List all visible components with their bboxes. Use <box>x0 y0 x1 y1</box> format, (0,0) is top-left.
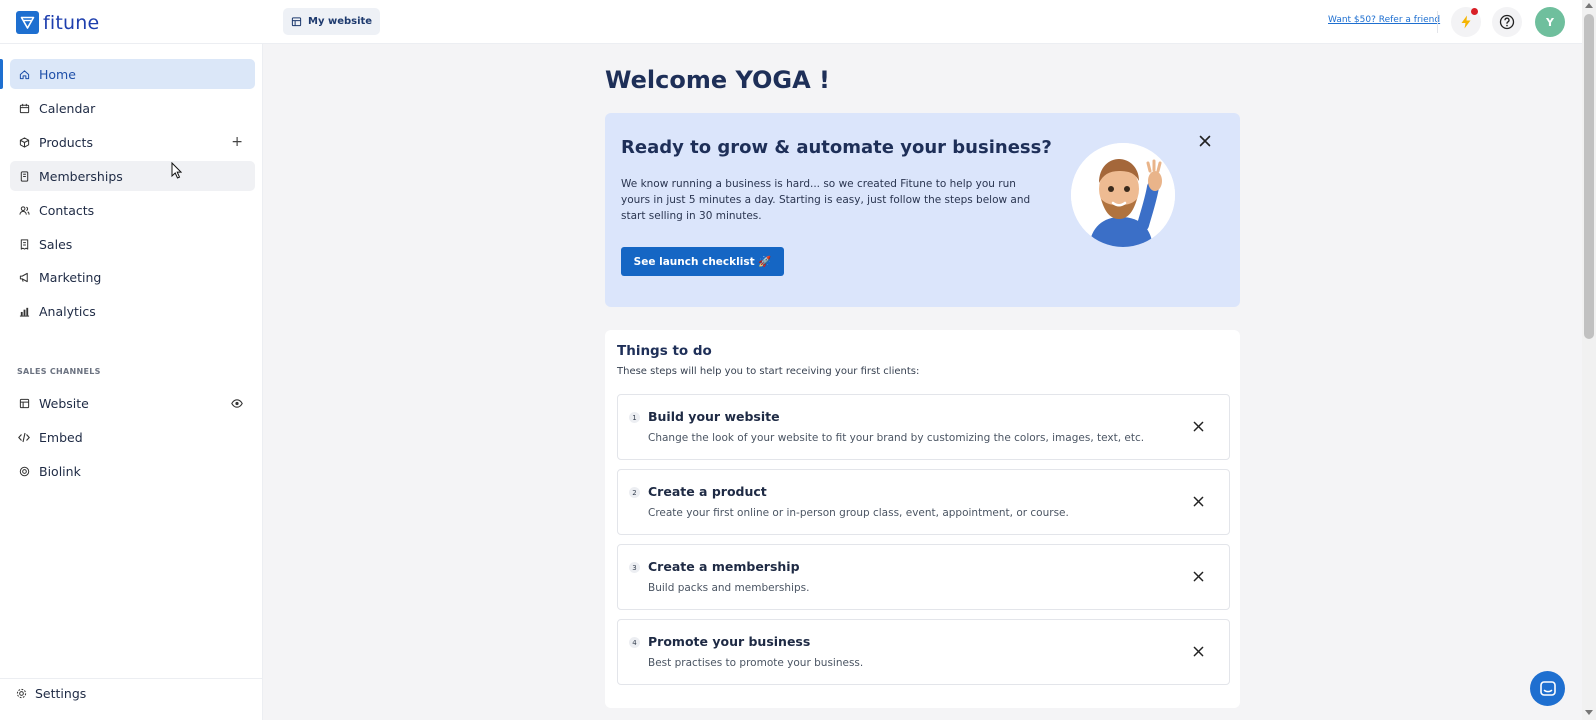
sidebar-item-label: Embed <box>39 429 83 445</box>
home-icon <box>18 68 30 80</box>
mouse-cursor-icon <box>171 161 183 183</box>
topbar-divider <box>1437 11 1438 33</box>
receipt-icon <box>18 238 30 250</box>
sidebar-item-products[interactable]: Products + <box>10 127 255 157</box>
task-description: Change the look of your website to fit y… <box>648 432 1145 444</box>
box-icon <box>18 136 30 148</box>
sidebar-item-label: Analytics <box>39 303 96 319</box>
task-create-membership[interactable]: 3 Create a membership Build packs and me… <box>617 544 1230 610</box>
memoji-avatar-image <box>1071 143 1175 247</box>
sidebar-item-home[interactable]: Home <box>10 59 255 89</box>
close-icon <box>1193 571 1204 582</box>
sidebar-item-biolink[interactable]: Biolink <box>10 456 255 486</box>
sales-channels-heading: SALES CHANNELS <box>17 367 101 376</box>
sidebar-item-analytics[interactable]: Analytics <box>10 296 255 326</box>
sidebar-item-contacts[interactable]: Contacts <box>10 195 255 225</box>
link-icon <box>18 465 30 477</box>
close-icon <box>1193 496 1204 507</box>
lightning-icon <box>1460 15 1472 29</box>
sidebar-item-marketing[interactable]: Marketing <box>10 262 255 292</box>
dismiss-task-button[interactable] <box>1193 571 1204 582</box>
scroll-down-arrow-icon[interactable] <box>1585 710 1593 715</box>
sidebar-item-label: Sales <box>39 236 73 252</box>
close-banner-button[interactable] <box>1199 135 1211 147</box>
task-number: 2 <box>629 487 640 498</box>
question-icon <box>1499 14 1515 30</box>
add-product-button[interactable]: + <box>231 134 243 150</box>
todo-title: Things to do <box>617 343 712 359</box>
eye-icon[interactable] <box>231 398 243 408</box>
notification-dot <box>1471 8 1478 15</box>
my-website-button[interactable]: My website <box>283 8 381 35</box>
task-title: Promote your business <box>648 634 811 649</box>
logo-mark-icon <box>16 11 39 34</box>
sidebar-item-label: Home <box>39 66 76 82</box>
scroll-up-arrow-icon[interactable] <box>1585 3 1593 8</box>
dismiss-task-button[interactable] <box>1193 646 1204 657</box>
active-indicator <box>0 59 3 89</box>
chart-icon <box>18 305 30 317</box>
sidebar-item-label: Calendar <box>39 100 96 116</box>
task-number: 3 <box>629 562 640 573</box>
code-icon <box>18 431 30 443</box>
calendar-icon <box>18 102 30 114</box>
settings-label: Settings <box>35 685 87 701</box>
things-to-do-card: Things to do These steps will help you t… <box>605 330 1240 708</box>
my-website-label: My website <box>308 16 373 27</box>
close-icon <box>1193 421 1204 432</box>
onboarding-banner: Ready to grow & automate your business? … <box>605 113 1240 307</box>
sidebar-item-label: Biolink <box>39 463 81 479</box>
sidebar-item-label: Memberships <box>39 168 123 184</box>
sidebar-item-settings[interactable]: Settings <box>16 678 86 708</box>
task-title: Build your website <box>648 409 780 424</box>
card-icon <box>18 170 30 182</box>
fitune-logo[interactable]: fitune <box>16 11 99 34</box>
task-create-product[interactable]: 2 Create a product Create your first onl… <box>617 469 1230 535</box>
page-scrollbar[interactable] <box>1582 0 1596 720</box>
sidebar: Home Calendar Products + Memberships Con… <box>0 44 263 720</box>
store-icon <box>18 397 30 409</box>
sidebar-item-website[interactable]: Website <box>10 388 255 418</box>
sidebar-item-calendar[interactable]: Calendar <box>10 93 255 123</box>
contacts-icon <box>18 204 30 216</box>
task-title: Create a product <box>648 484 767 499</box>
banner-title: Ready to grow & automate your business? <box>621 137 1052 158</box>
megaphone-icon <box>18 271 30 283</box>
task-build-website[interactable]: 1 Build your website Change the look of … <box>617 394 1230 460</box>
sidebar-item-label: Products <box>39 134 93 150</box>
task-description: Build packs and memberships. <box>648 582 810 594</box>
dismiss-task-button[interactable] <box>1193 496 1204 507</box>
banner-text: We know running a business is hard... so… <box>621 178 1031 222</box>
gear-icon <box>16 688 27 699</box>
help-button[interactable] <box>1492 7 1522 37</box>
task-title: Create a membership <box>648 559 800 574</box>
sidebar-item-embed[interactable]: Embed <box>10 422 255 452</box>
store-icon <box>291 16 302 27</box>
dismiss-task-button[interactable] <box>1193 421 1204 432</box>
close-icon <box>1193 646 1204 657</box>
task-description: Best practises to promote your business. <box>648 657 864 669</box>
chat-support-button[interactable] <box>1530 671 1565 706</box>
page-title: Welcome YOGA ! <box>605 66 830 94</box>
sidebar-item-label: Contacts <box>39 202 95 218</box>
sidebar-item-label: Marketing <box>39 269 102 285</box>
sidebar-item-label: Website <box>39 395 89 411</box>
logo-text: fitune <box>43 11 100 34</box>
refer-friend-link[interactable]: Want $50? Refer a friend <box>1328 15 1440 25</box>
todo-subtitle: These steps will help you to start recei… <box>617 366 920 377</box>
task-description: Create your first online or in-person gr… <box>648 507 1069 519</box>
task-number: 1 <box>629 412 640 423</box>
close-icon <box>1199 135 1211 147</box>
top-bar: fitune My website Want $50? Refer a frie… <box>0 0 1582 44</box>
launch-checklist-button[interactable]: See launch checklist 🚀 <box>621 247 784 276</box>
task-promote-business[interactable]: 4 Promote your business Best practises t… <box>617 619 1230 685</box>
scrollbar-thumb[interactable] <box>1584 14 1594 339</box>
sidebar-item-memberships[interactable]: Memberships <box>10 161 255 191</box>
task-number: 4 <box>629 637 640 648</box>
updates-button[interactable] <box>1451 7 1481 37</box>
user-avatar[interactable]: Y <box>1535 7 1565 37</box>
chat-icon <box>1539 680 1557 698</box>
sidebar-item-sales[interactable]: Sales <box>10 229 255 259</box>
